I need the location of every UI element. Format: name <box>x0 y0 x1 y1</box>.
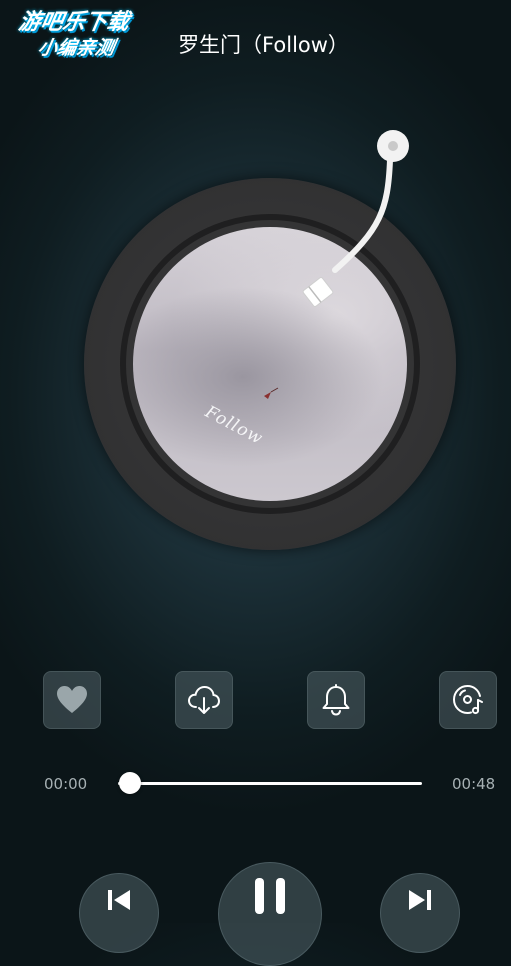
kite-icon <box>264 387 279 399</box>
cloud-download-icon <box>187 685 221 714</box>
song-title: 罗生门（Follow） <box>178 33 349 57</box>
next-button[interactable] <box>380 873 460 953</box>
favorite-button[interactable] <box>43 671 101 729</box>
bell-icon <box>322 684 350 716</box>
pause-icon <box>255 878 285 914</box>
progress-track[interactable] <box>118 782 422 785</box>
total-time: 00:48 <box>452 775 496 793</box>
skip-next-icon <box>409 890 431 910</box>
skip-previous-icon <box>108 890 130 910</box>
pause-button[interactable] <box>218 862 322 966</box>
previous-button[interactable] <box>79 873 159 953</box>
tonearm[interactable] <box>290 120 430 320</box>
download-button[interactable] <box>175 671 233 729</box>
heart-icon <box>57 686 87 713</box>
ringtone-button[interactable] <box>307 671 365 729</box>
album-script-text: Follow <box>201 402 267 450</box>
music-disc-button[interactable] <box>439 671 497 729</box>
progress-thumb[interactable] <box>119 772 142 794</box>
disc-music-icon <box>452 684 483 715</box>
current-time: 00:00 <box>44 775 88 793</box>
